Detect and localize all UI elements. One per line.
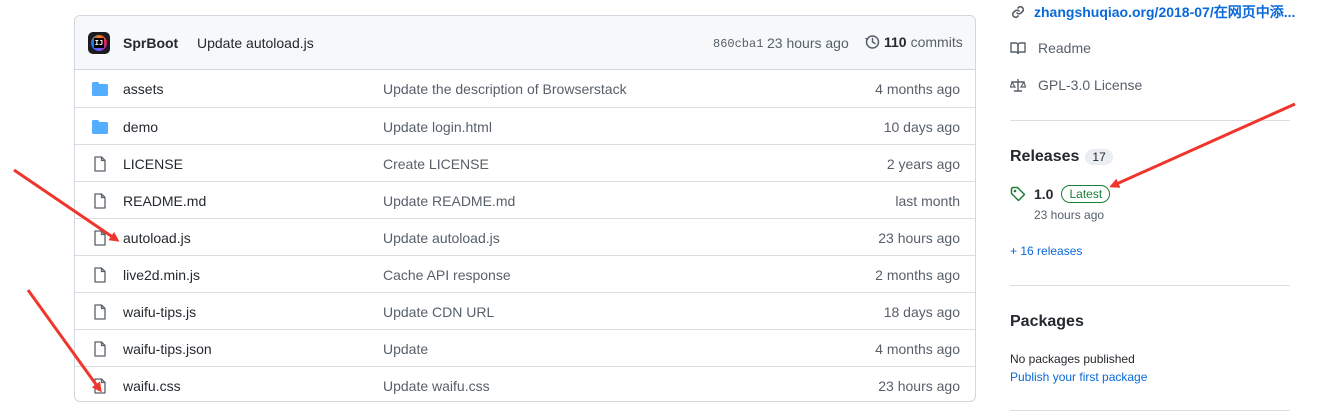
file-commit-message[interactable]: Create LICENSE (383, 156, 489, 172)
file-commit-message[interactable]: Update the description of Browserstack (383, 81, 627, 97)
commit-author[interactable]: SprBoot (123, 35, 178, 51)
packages-heading[interactable]: Packages (1010, 313, 1084, 331)
file-commit-age: 10 days ago (883, 119, 960, 135)
file-row[interactable]: README.md Update README.md last month (75, 181, 975, 218)
file-row[interactable]: LICENSE Create LICENSE 2 years ago (75, 144, 975, 181)
file-row[interactable]: waifu.css Update waifu.css 23 hours ago (75, 366, 975, 401)
file-browser: IJ SprBoot Update autoload.js 860cba1 23… (74, 15, 976, 402)
file-commit-age: 18 days ago (883, 304, 960, 320)
file-commit-age: 4 months ago (875, 341, 960, 357)
file-row[interactable]: demo Update login.html 10 days ago (75, 107, 975, 144)
sidebar-divider (1010, 285, 1290, 286)
file-commit-message[interactable]: Update CDN URL (383, 304, 494, 320)
readme-label: Readme (1038, 40, 1091, 56)
file-commit-message[interactable]: Update autoload.js (383, 230, 500, 246)
folder-icon (91, 81, 109, 97)
file-commit-age: 2 years ago (886, 156, 960, 172)
scale-icon (1010, 79, 1026, 92)
file-name-link[interactable]: README.md (123, 193, 206, 209)
latest-badge: Latest (1061, 185, 1111, 203)
releases-count-badge: 17 (1085, 149, 1113, 165)
file-commit-message[interactable]: Update (383, 341, 428, 357)
commit-time[interactable]: 23 hours ago (767, 35, 849, 51)
latest-commit-bar: IJ SprBoot Update autoload.js 860cba1 23… (75, 16, 975, 70)
file-commit-age: 23 hours ago (878, 378, 960, 394)
file-name-link[interactable]: demo (123, 119, 158, 135)
publish-package-link[interactable]: Publish your first package (1010, 370, 1147, 384)
file-icon (91, 156, 109, 172)
file-commit-message[interactable]: Update README.md (383, 193, 515, 209)
sidebar-divider (1010, 410, 1290, 411)
file-name-link[interactable]: live2d.min.js (123, 267, 200, 283)
file-icon (91, 304, 109, 320)
author-avatar[interactable]: IJ (88, 32, 110, 54)
file-name-link[interactable]: assets (123, 81, 163, 97)
file-row[interactable]: waifu-tips.js Update CDN URL 18 days ago (75, 292, 975, 329)
file-icon (91, 378, 109, 394)
repo-sidebar: zhangshuqiao.org/2018-07/在网页中添... Readme… (1010, 0, 1295, 417)
file-name-link[interactable]: waifu-tips.json (123, 341, 212, 357)
license-label: GPL-3.0 License (1038, 77, 1143, 93)
file-row[interactable]: assets Update the description of Browsers… (75, 70, 975, 107)
avatar-logo-icon: IJ (91, 35, 107, 51)
page: IJ SprBoot Update autoload.js 860cba1 23… (0, 0, 1317, 417)
website-link[interactable]: zhangshuqiao.org/2018-07/在网页中添... (1010, 2, 1295, 22)
readme-link[interactable]: Readme (1010, 40, 1091, 56)
file-commit-message[interactable]: Update waifu.css (383, 378, 490, 394)
file-list: assets Update the description of Browsers… (75, 70, 975, 401)
file-commit-message[interactable]: Update login.html (383, 119, 492, 135)
release-time: 23 hours ago (1034, 208, 1105, 222)
tag-icon (1010, 186, 1026, 202)
packages-empty-text: No packages published (1010, 352, 1135, 366)
commit-sha[interactable]: 860cba1 (713, 37, 763, 51)
file-commit-message[interactable]: Cache API response (383, 267, 511, 283)
file-name-link[interactable]: waifu.css (123, 378, 181, 394)
release-tag-name: 1.0 (1034, 186, 1054, 202)
releases-heading[interactable]: Releases 17 (1010, 148, 1113, 166)
file-commit-age: 4 months ago (875, 81, 960, 97)
website-url: zhangshuqiao.org/2018-07/在网页中添... (1034, 4, 1296, 20)
sidebar-divider (1010, 120, 1290, 121)
commits-link[interactable]: 110 commits (864, 34, 963, 50)
file-name-link[interactable]: waifu-tips.js (123, 304, 196, 320)
license-link[interactable]: GPL-3.0 License (1010, 77, 1142, 93)
file-icon (91, 193, 109, 209)
book-icon (1010, 42, 1026, 55)
file-row[interactable]: live2d.min.js Cache API response 2 months … (75, 255, 975, 292)
link-icon (1011, 5, 1025, 19)
more-releases-link[interactable]: + 16 releases (1010, 244, 1082, 258)
file-name-link[interactable]: LICENSE (123, 156, 183, 172)
commit-message[interactable]: Update autoload.js (197, 35, 314, 51)
file-commit-age: last month (895, 193, 960, 209)
file-icon (91, 230, 109, 246)
packages-title: Packages (1010, 313, 1084, 330)
file-icon (91, 267, 109, 283)
file-commit-age: 2 months ago (875, 267, 960, 283)
file-row[interactable]: autoload.js Update autoload.js 23 hours ag… (75, 218, 975, 255)
commit-count-label: commits (910, 34, 963, 50)
commit-count: 110 (884, 34, 907, 50)
file-row[interactable]: waifu-tips.json Update 4 months ago (75, 329, 975, 366)
file-icon (91, 341, 109, 357)
file-commit-age: 23 hours ago (878, 230, 960, 246)
releases-title: Releases (1010, 148, 1080, 165)
file-name-link[interactable]: autoload.js (123, 230, 191, 246)
latest-release[interactable]: 1.0 Latest (1010, 185, 1111, 203)
folder-icon (91, 119, 109, 135)
history-icon (865, 35, 880, 49)
